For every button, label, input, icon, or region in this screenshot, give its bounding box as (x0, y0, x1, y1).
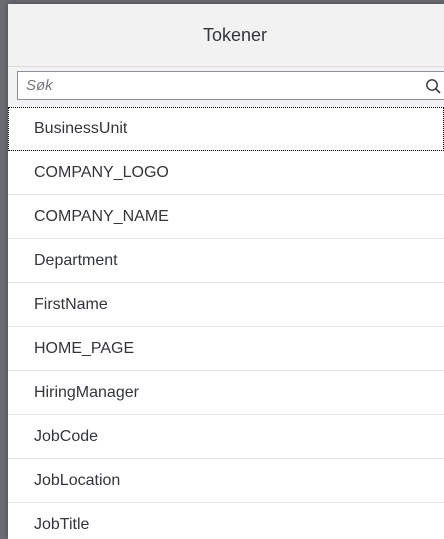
search-bar (8, 67, 444, 107)
search-icon[interactable] (425, 78, 441, 94)
dialog-header: Tokener (8, 4, 444, 67)
tokens-dialog: Tokener BusinessUnit COMPANY_LOGO COMPAN… (8, 4, 444, 539)
list-item-label: JobLocation (34, 471, 121, 489)
list-item-joblocation[interactable]: JobLocation (8, 459, 444, 503)
list-item-label: JobCode (34, 427, 99, 445)
list-item-label: JobTitle (34, 515, 90, 533)
list-item-label: COMPANY_NAME (34, 207, 169, 225)
list-item-label: HOME_PAGE (34, 339, 135, 357)
list-item-label: Department (34, 251, 118, 269)
list-item-company-name[interactable]: COMPANY_NAME (8, 195, 444, 239)
list-item-label: COMPANY_LOGO (34, 163, 169, 181)
list-item-company-logo[interactable]: COMPANY_LOGO (8, 151, 444, 195)
list-item-hiringmanager[interactable]: HiringManager (8, 371, 444, 415)
list-item-firstname[interactable]: FirstName (8, 283, 444, 327)
list-item-department[interactable]: Department (8, 239, 444, 283)
list-item-businessunit[interactable]: BusinessUnit (8, 107, 444, 151)
search-field[interactable] (17, 71, 444, 100)
list-item-jobcode[interactable]: JobCode (8, 415, 444, 459)
token-list: BusinessUnit COMPANY_LOGO COMPANY_NAME D… (8, 107, 444, 539)
list-item-home-page[interactable]: HOME_PAGE (8, 327, 444, 371)
list-item-label: FirstName (34, 295, 108, 313)
dialog-title: Tokener (202, 24, 268, 45)
search-input[interactable] (18, 72, 406, 99)
list-item-jobtitle[interactable]: JobTitle (8, 503, 444, 539)
list-item-label: BusinessUnit (34, 119, 128, 137)
list-item-label: HiringManager (34, 383, 139, 401)
